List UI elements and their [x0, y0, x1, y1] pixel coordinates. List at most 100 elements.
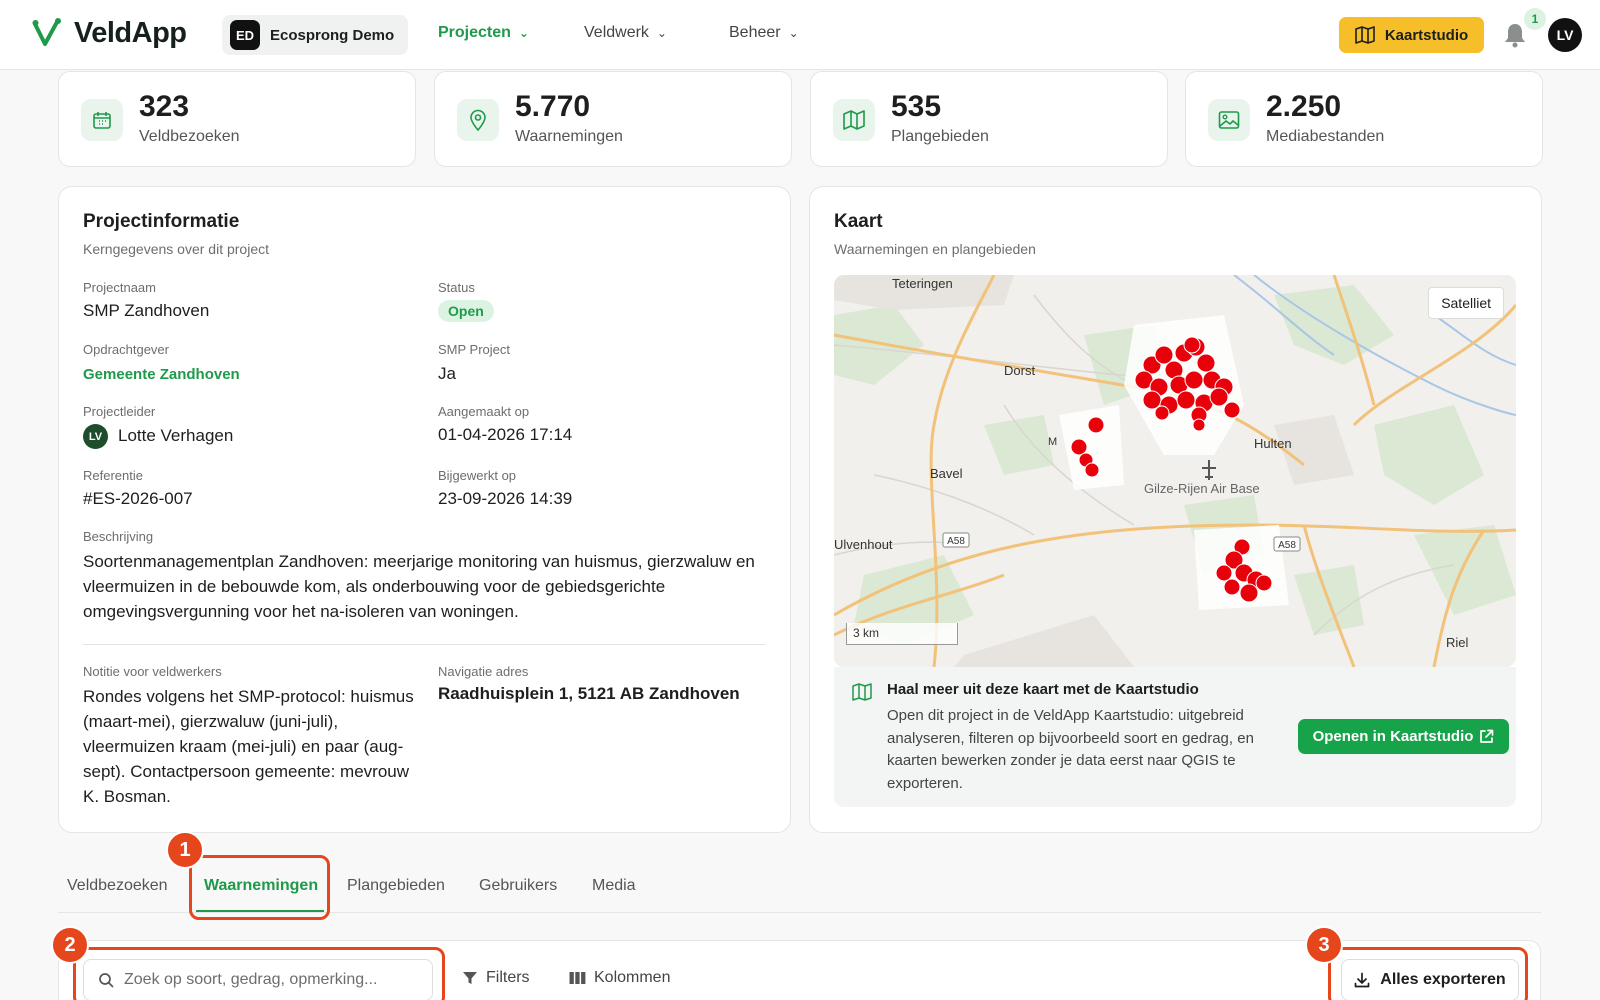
- tabs-border: [58, 912, 1541, 913]
- chevron-down-icon: ⌄: [788, 26, 799, 40]
- fieldworker-note: Rondes volgens het SMP-protocol: huismus…: [83, 687, 414, 806]
- active-tab-indicator: [196, 910, 324, 912]
- external-link-icon: [1480, 729, 1494, 743]
- open-kaartstudio-label: Openen in Kaartstudio: [1312, 728, 1474, 745]
- stat-label: Veldbezoeken: [139, 128, 240, 145]
- project-description: Soortenmanagementplan Zandhoven: meerjar…: [83, 552, 755, 621]
- place-partial-label: M: [1048, 436, 1057, 448]
- map-icon: [852, 683, 872, 701]
- smp-value: Ja: [438, 364, 456, 383]
- search-input[interactable]: [124, 971, 404, 989]
- nav-veldwerk-label: Veldwerk: [584, 24, 649, 41]
- image-icon: [1208, 99, 1250, 141]
- columns-button[interactable]: Kolommen: [569, 969, 670, 987]
- nav-veldwerk[interactable]: Veldwerk ⌄: [584, 24, 667, 42]
- client-link[interactable]: Gemeente Zandhoven: [83, 366, 240, 383]
- place-bavel: Bavel: [930, 466, 963, 481]
- place-gilze-rijen-air-base: Gilze-Rijen Air Base: [1144, 481, 1260, 496]
- place-dorst: Dorst: [1004, 363, 1035, 378]
- road-label-a58: A58: [1278, 540, 1296, 551]
- avatar: LV: [83, 424, 108, 449]
- field-label: SMP Project: [438, 342, 511, 357]
- satellite-toggle-button[interactable]: Satelliet: [1428, 287, 1504, 319]
- field-label: Projectleider: [83, 404, 156, 419]
- map-icon: [833, 99, 875, 141]
- card-subtitle: Kerngegevens over dit project: [83, 241, 269, 257]
- card-subtitle: Waarnemingen en plangebieden: [834, 241, 1036, 257]
- stat-value: 5.770: [515, 90, 591, 123]
- field-label: Projectnaam: [83, 280, 156, 295]
- annotation-step-1: 1: [166, 831, 204, 869]
- project-leader: Lotte Verhagen: [118, 426, 234, 445]
- kaartstudio-promo: Haal meer uit deze kaart met de Kaartstu…: [834, 667, 1516, 807]
- stat-label: Plangebieden: [891, 128, 989, 145]
- road-label-a58: A58: [947, 536, 965, 547]
- place-hulten: Hulten: [1254, 436, 1292, 451]
- observation-map[interactable]: A58 A58 Teteringen Dorst Hulten Bavel Gi…: [834, 275, 1516, 667]
- tab-waarnemingen[interactable]: Waarnemingen: [204, 877, 318, 895]
- tab-media[interactable]: Media: [592, 877, 636, 895]
- chevron-down-icon: ⌄: [656, 26, 667, 40]
- project-info-card: Projectinformatie Kerngegevens over dit …: [58, 186, 791, 833]
- search-field[interactable]: [83, 959, 433, 1000]
- tab-veldbezoeken[interactable]: Veldbezoeken: [67, 877, 168, 895]
- field-label: Aangemaakt op: [438, 404, 530, 419]
- notification-count-badge: 1: [1524, 8, 1546, 30]
- annotation-step-3: 3: [1305, 926, 1343, 964]
- veldapp-logo-icon: [32, 18, 61, 46]
- columns-icon: [569, 972, 586, 984]
- kaartstudio-button[interactable]: Kaartstudio: [1339, 17, 1484, 53]
- field-label: Notitie voor veldwerkers: [83, 664, 222, 679]
- download-icon: [1354, 972, 1370, 988]
- field-label: Referentie: [83, 468, 143, 483]
- card-title: Kaart: [834, 211, 883, 232]
- columns-label: Kolommen: [594, 969, 671, 986]
- top-navigation: VeldApp ED Ecosprong Demo Projecten ⌄ Ve…: [0, 0, 1600, 70]
- nav-projecten[interactable]: Projecten ⌄: [438, 24, 529, 42]
- organization-switcher[interactable]: ED Ecosprong Demo: [222, 15, 408, 55]
- field-label: Navigatie adres: [438, 664, 529, 679]
- place-riel: Riel: [1446, 635, 1469, 650]
- place-teteringen: Teteringen: [892, 276, 953, 291]
- field-label: Opdrachtgever: [83, 342, 169, 357]
- org-badge: ED: [230, 20, 260, 50]
- tab-gebruikers[interactable]: Gebruikers: [479, 877, 557, 895]
- nav-beheer-label: Beheer: [729, 24, 781, 41]
- export-all-button[interactable]: Alles exporteren: [1341, 959, 1519, 1000]
- open-kaartstudio-button[interactable]: Openen in Kaartstudio: [1298, 719, 1509, 754]
- stat-card-veldbezoeken: 323 Veldbezoeken: [58, 71, 416, 167]
- kaartstudio-label: Kaartstudio: [1384, 26, 1469, 44]
- user-avatar[interactable]: LV: [1548, 18, 1582, 52]
- filters-button[interactable]: Filters: [462, 969, 530, 987]
- project-name: SMP Zandhoven: [83, 301, 210, 320]
- filters-label: Filters: [486, 969, 530, 986]
- nav-beheer[interactable]: Beheer ⌄: [729, 24, 799, 42]
- map-canvas[interactable]: A58 A58 Teteringen Dorst Hulten Bavel Gi…: [834, 275, 1516, 667]
- promo-text: Open dit project in de VeldApp Kaartstud…: [887, 707, 1254, 792]
- created-date: 01-04-2026 17:14: [438, 425, 573, 444]
- stat-label: Mediabestanden: [1266, 128, 1385, 145]
- map-icon: [1355, 26, 1375, 44]
- stat-value: 2.250: [1266, 90, 1342, 123]
- search-icon: [99, 973, 114, 988]
- place-ulvenhout: Ulvenhout: [834, 537, 893, 552]
- updated-date: 23-09-2026 14:39: [438, 489, 573, 508]
- status-badge: Open: [438, 300, 494, 322]
- field-label: Status: [438, 280, 475, 295]
- calendar-icon: [81, 99, 123, 141]
- app-name: VeldApp: [74, 16, 187, 49]
- tab-plangebieden[interactable]: Plangebieden: [347, 877, 445, 895]
- stat-label: Waarnemingen: [515, 128, 623, 145]
- stat-value: 535: [891, 90, 942, 123]
- nav-projecten-label: Projecten: [438, 24, 511, 41]
- stat-card-plangebieden: 535 Plangebieden: [810, 71, 1168, 167]
- divider: [83, 644, 766, 645]
- filter-icon: [463, 972, 477, 984]
- stat-card-mediabestanden: 2.250 Mediabestanden: [1185, 71, 1543, 167]
- field-label: Bijgewerkt op: [438, 468, 517, 483]
- map-card: Kaart Waarnemingen en plangebieden A58 A…: [809, 186, 1542, 833]
- bell-icon[interactable]: [1503, 22, 1527, 48]
- app-logo[interactable]: VeldApp: [32, 16, 187, 50]
- navigation-address: Raadhuisplein 1, 5121 AB Zandhoven: [438, 684, 740, 703]
- card-title: Projectinformatie: [83, 211, 240, 232]
